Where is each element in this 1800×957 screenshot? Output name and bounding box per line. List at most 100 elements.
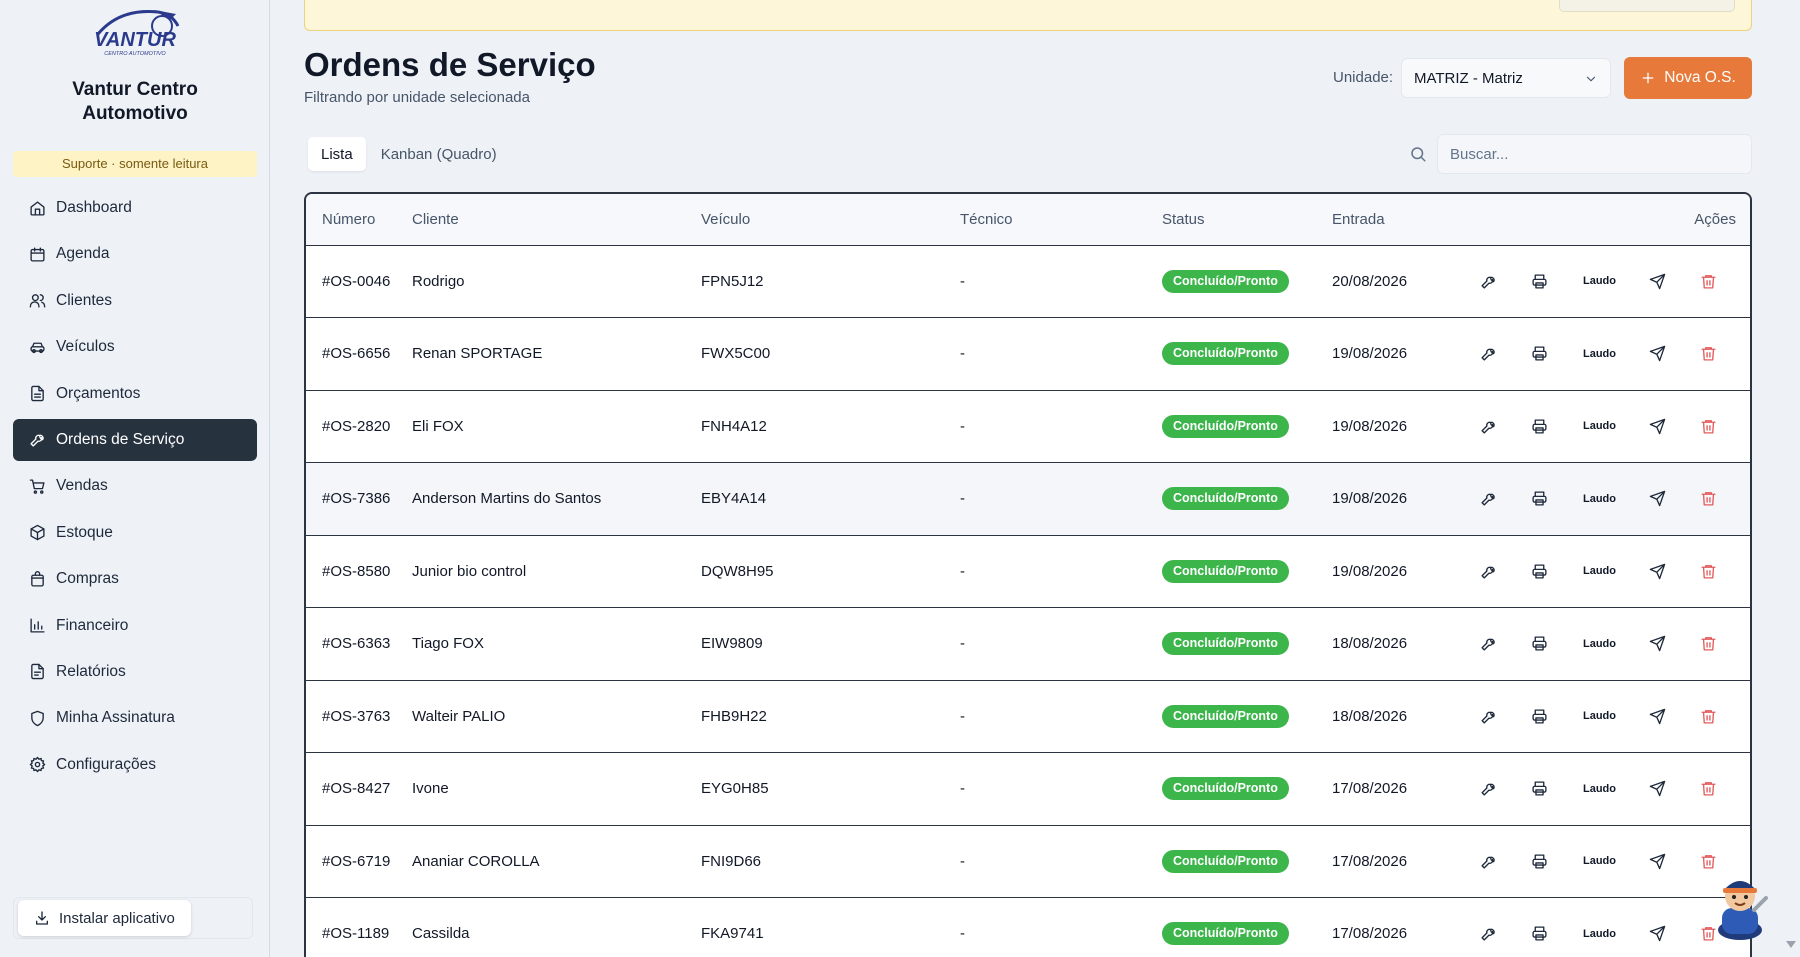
unit-select[interactable]: MATRIZ - Matriz	[1401, 58, 1611, 98]
laudo-button[interactable]: Laudo	[1577, 845, 1622, 877]
cell-acoes: Laudo	[1442, 317, 1750, 391]
send-button[interactable]	[1641, 265, 1673, 297]
sidebar-item-estoque[interactable]: Estoque	[13, 512, 257, 554]
table-row[interactable]: #OS-6363 Tiago FOX EIW9809 - Concluído/P…	[306, 607, 1750, 681]
sidebar-item-vendas[interactable]: Vendas	[13, 465, 257, 507]
sidebar-item-compras[interactable]: Compras	[13, 558, 257, 600]
scroll-down-arrow-icon[interactable]	[1786, 941, 1796, 948]
send-button[interactable]	[1641, 628, 1673, 660]
column-header-veiculo[interactable]: Veículo	[701, 194, 960, 246]
print-button[interactable]	[1523, 628, 1555, 660]
table-row[interactable]: #OS-8580 Junior bio control DQW8H95 - Co…	[306, 535, 1750, 608]
print-button[interactable]	[1523, 338, 1555, 370]
cell-numero: #OS-3763	[306, 680, 412, 753]
trash-icon	[1700, 347, 1716, 361]
print-button[interactable]	[1523, 773, 1555, 805]
edit-os-button[interactable]	[1472, 773, 1504, 805]
sidebar-item-agenda[interactable]: Agenda	[13, 233, 257, 275]
column-header-numero[interactable]: Número	[306, 194, 412, 246]
edit-os-button[interactable]	[1472, 918, 1504, 950]
delete-button[interactable]	[1692, 483, 1724, 515]
delete-button[interactable]	[1692, 628, 1724, 660]
column-header-entrada[interactable]: Entrada	[1332, 194, 1442, 246]
send-button[interactable]	[1641, 338, 1673, 370]
table-row[interactable]: #OS-3763 Walteir PALIO FHB9H22 - Concluí…	[306, 680, 1750, 753]
print-button[interactable]	[1523, 845, 1555, 877]
sidebar-item-label: Vendas	[56, 477, 108, 495]
laudo-button[interactable]: Laudo	[1577, 555, 1622, 587]
cell-acoes: Laudo	[1442, 462, 1750, 536]
cell-tecnico: -	[960, 897, 1162, 957]
edit-os-button[interactable]	[1472, 845, 1504, 877]
sidebar-nav: Dashboard Agenda Clientes Veículos Orçam…	[13, 187, 257, 790]
table-row[interactable]: #OS-7386 Anderson Martins do Santos EBY4…	[306, 462, 1750, 536]
column-header-tecnico[interactable]: Técnico	[960, 194, 1162, 246]
laudo-button[interactable]: Laudo	[1577, 628, 1622, 660]
edit-os-button[interactable]	[1472, 410, 1504, 442]
sidebar-item-configuracoes[interactable]: Configurações	[13, 744, 257, 786]
laudo-button[interactable]: Laudo	[1577, 700, 1622, 732]
laudo-button[interactable]: Laudo	[1577, 773, 1622, 805]
cell-entrada: 17/08/2026	[1332, 752, 1442, 826]
edit-os-button[interactable]	[1472, 700, 1504, 732]
print-button[interactable]	[1523, 700, 1555, 732]
sidebar-item-veiculos[interactable]: Veículos	[13, 326, 257, 368]
search-input[interactable]	[1437, 134, 1752, 174]
column-header-cliente[interactable]: Cliente	[412, 194, 701, 246]
print-button[interactable]	[1523, 918, 1555, 950]
laudo-button[interactable]: Laudo	[1577, 410, 1622, 442]
laudo-button[interactable]: Laudo	[1577, 918, 1622, 950]
column-header-status[interactable]: Status	[1162, 194, 1332, 246]
notice-banner	[304, 0, 1752, 31]
sidebar-item-financeiro[interactable]: Financeiro	[13, 605, 257, 647]
edit-os-button[interactable]	[1472, 265, 1504, 297]
send-button[interactable]	[1641, 410, 1673, 442]
send-button[interactable]	[1641, 700, 1673, 732]
edit-os-button[interactable]	[1472, 338, 1504, 370]
edit-os-button[interactable]	[1472, 555, 1504, 587]
laudo-button[interactable]: Laudo	[1577, 483, 1622, 515]
sidebar-item-dashboard[interactable]: Dashboard	[13, 187, 257, 229]
status-badge: Concluído/Pronto	[1162, 632, 1289, 656]
sidebar-item-relatorios[interactable]: Relatórios	[13, 651, 257, 693]
table-row[interactable]: #OS-0046 Rodrigo FPN5J12 - Concluído/Pro…	[306, 245, 1750, 318]
delete-button[interactable]	[1692, 338, 1724, 370]
delete-button[interactable]	[1692, 773, 1724, 805]
row-actions: Laudo	[1442, 555, 1750, 587]
table-row[interactable]: #OS-8427 Ivone EYG0H85 - Concluído/Pront…	[306, 752, 1750, 826]
print-button[interactable]	[1523, 555, 1555, 587]
send-button[interactable]	[1641, 555, 1673, 587]
laudo-button[interactable]: Laudo	[1577, 338, 1622, 370]
table-row[interactable]: #OS-1189 Cassilda FKA9741 - Concluído/Pr…	[306, 897, 1750, 957]
laudo-button[interactable]: Laudo	[1577, 265, 1622, 297]
banner-button[interactable]	[1559, 0, 1735, 12]
printer-icon	[1531, 274, 1547, 289]
table-row[interactable]: #OS-6719 Ananiar COROLLA FNI9D66 - Concl…	[306, 825, 1750, 898]
sidebar-item-orcamentos[interactable]: Orçamentos	[13, 373, 257, 415]
delete-button[interactable]	[1692, 700, 1724, 732]
delete-button[interactable]	[1692, 555, 1724, 587]
mechanic-mascot-icon[interactable]	[1708, 868, 1772, 940]
install-app-button[interactable]: Instalar aplicativo	[18, 900, 191, 936]
print-button[interactable]	[1523, 410, 1555, 442]
edit-os-button[interactable]	[1472, 628, 1504, 660]
bag-icon	[31, 570, 44, 587]
new-os-button[interactable]: Nova O.S.	[1624, 57, 1752, 99]
tab-kanban[interactable]: Kanban (Quadro)	[368, 137, 510, 171]
send-button[interactable]	[1641, 483, 1673, 515]
table-row[interactable]: #OS-6656 Renan SPORTAGE FWX5C00 - Conclu…	[306, 317, 1750, 391]
tab-lista[interactable]: Lista	[308, 137, 366, 171]
sidebar-item-ordens-de-servico[interactable]: Ordens de Serviço	[13, 418, 257, 461]
delete-button[interactable]	[1692, 410, 1724, 442]
send-button[interactable]	[1641, 918, 1673, 950]
table-row[interactable]: #OS-2820 Eli FOX FNH4A12 - Concluído/Pro…	[306, 390, 1750, 463]
print-button[interactable]	[1523, 265, 1555, 297]
sidebar-item-clientes[interactable]: Clientes	[13, 280, 257, 322]
delete-button[interactable]	[1692, 265, 1724, 297]
edit-os-button[interactable]	[1472, 483, 1504, 515]
send-button[interactable]	[1641, 773, 1673, 805]
cell-veiculo: FNI9D66	[701, 825, 960, 898]
print-button[interactable]	[1523, 483, 1555, 515]
send-button[interactable]	[1641, 845, 1673, 877]
sidebar-item-minha-assinatura[interactable]: Minha Assinatura	[13, 697, 257, 739]
